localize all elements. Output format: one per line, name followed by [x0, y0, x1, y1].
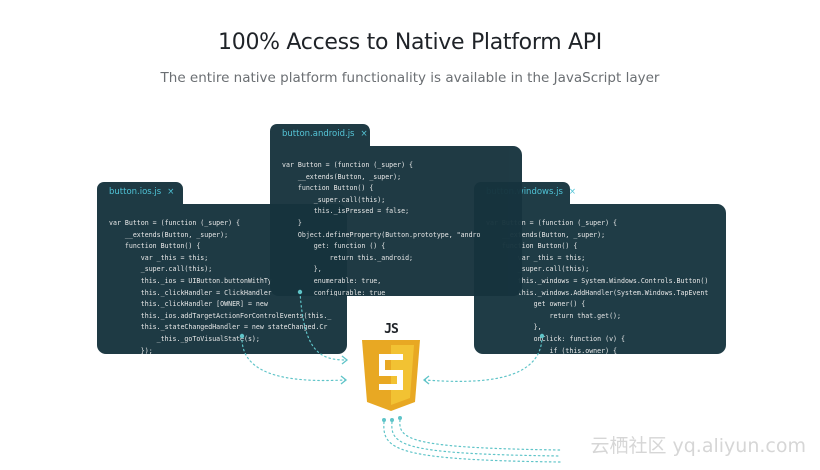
connector-windows: [424, 335, 543, 382]
connector-dot: [239, 333, 245, 339]
connector-dot: [398, 416, 402, 420]
connector-dot: [390, 418, 394, 422]
connector-dot: [297, 289, 303, 295]
js-shield-icon: [362, 340, 420, 411]
javascript-logo: JS: [360, 322, 422, 414]
js-label: JS: [384, 322, 399, 337]
watermark: 云栖社区 yq.aliyun.com: [590, 435, 806, 457]
connector-android: [299, 291, 347, 361]
connector-out-3: [399, 419, 561, 451]
connector-out-2: [391, 421, 561, 457]
connector-dot: [382, 418, 386, 422]
connector-dot: [539, 333, 545, 339]
